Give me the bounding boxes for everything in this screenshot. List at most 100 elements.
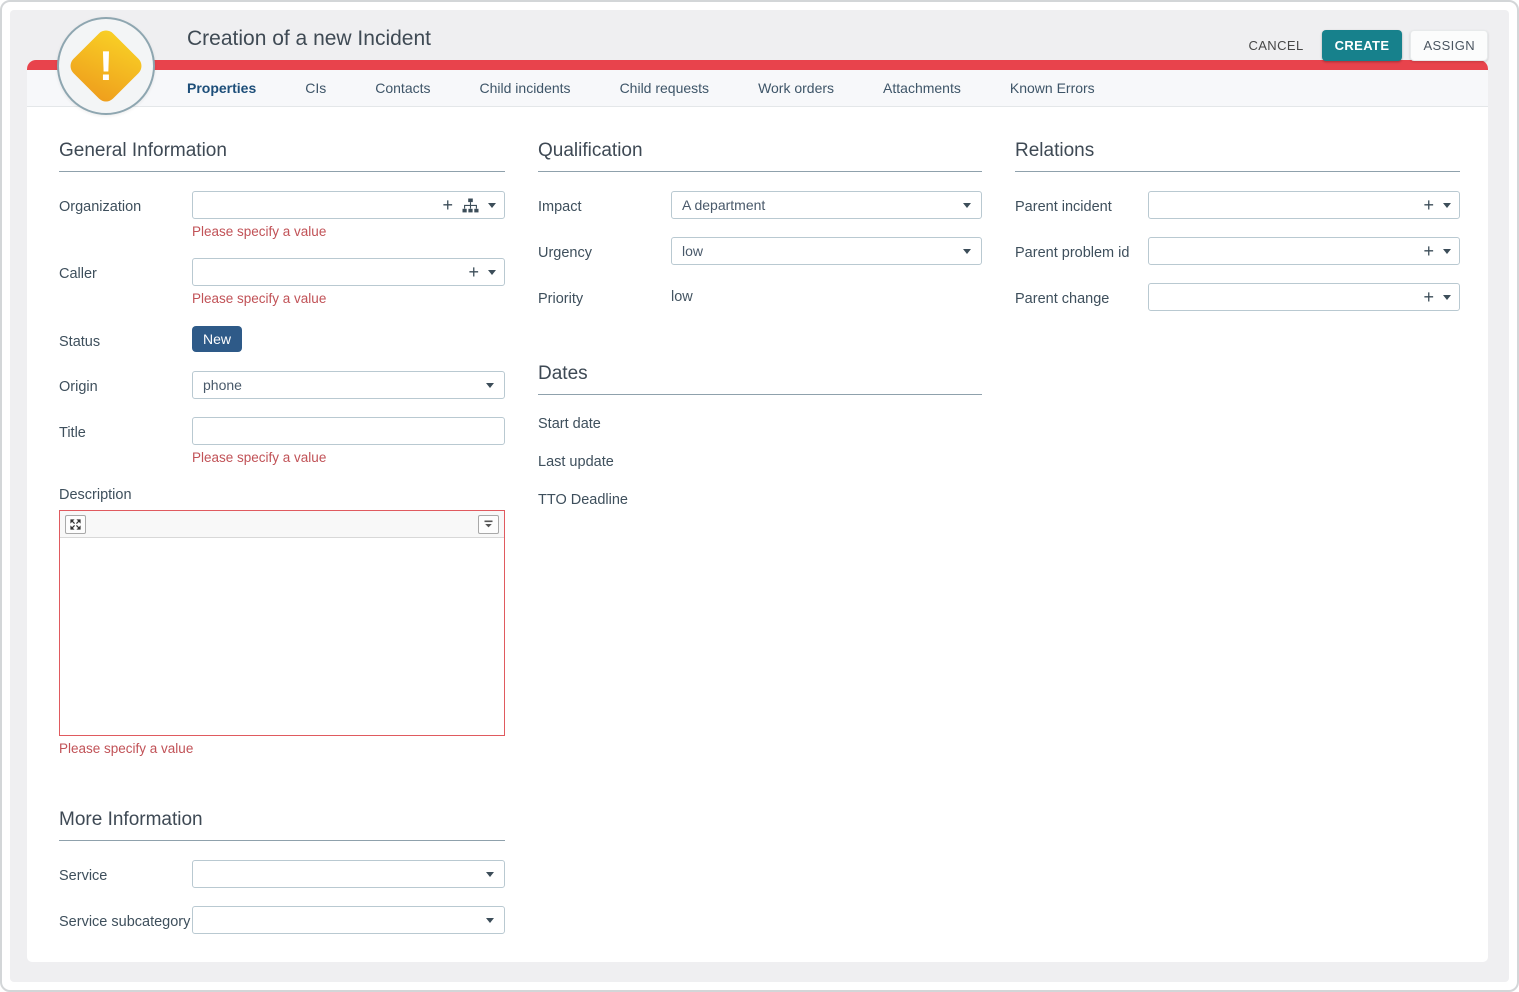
impact-selected-value: A department [682,197,765,213]
service-label: Service [59,860,192,888]
exclamation-icon: ! [59,19,153,113]
chevron-down-icon[interactable] [488,203,496,208]
title-input[interactable] [192,417,505,445]
last-update-label: Last update [538,454,982,470]
incident-form-card: Properties CIs Contacts Child incidents … [27,60,1488,962]
description-label: Description [59,487,505,503]
chevron-down-icon [486,918,494,923]
parent-incident-input[interactable] [1148,191,1460,219]
section-title-relations: Relations [1015,140,1460,172]
maximize-icon[interactable] [65,515,86,534]
collapse-toolbar-icon[interactable] [478,515,499,534]
app-window: ! Creation of a new Incident CANCEL CREA… [0,0,1519,992]
title-label: Title [59,417,192,465]
origin-selected-value: phone [203,377,242,393]
plus-icon[interactable]: + [1423,196,1434,214]
parent-problem-lookup: + [1148,237,1460,265]
cancel-button[interactable]: CANCEL [1238,30,1313,61]
parent-change-label: Parent change [1015,283,1148,311]
field-row-parent-change: Parent change + [1015,283,1460,311]
field-row-service-subcategory: Service subcategory [59,906,505,934]
section-title-qualification: Qualification [538,140,982,172]
caller-lookup: + [192,258,505,286]
caller-error: Please specify a value [192,291,505,306]
description-input[interactable] [60,538,504,735]
title-error: Please specify a value [192,450,505,465]
urgency-select[interactable]: low [671,237,982,265]
field-row-urgency: Urgency low [538,237,982,265]
column-general: General Information Organization + [59,107,505,934]
tab-child-requests[interactable]: Child requests [620,80,710,96]
form-content: General Information Organization + [27,107,1488,962]
tab-known-errors[interactable]: Known Errors [1010,80,1095,96]
caller-input[interactable] [192,258,505,286]
parent-problem-label: Parent problem id [1015,237,1148,265]
chevron-down-icon[interactable] [1443,249,1451,254]
organization-label: Organization [59,191,192,239]
parent-problem-input[interactable] [1148,237,1460,265]
service-subcategory-select[interactable] [192,906,505,934]
urgency-selected-value: low [682,243,703,259]
caller-label: Caller [59,258,192,306]
service-select[interactable] [192,860,505,888]
tab-cis[interactable]: CIs [305,80,326,96]
parent-change-input[interactable] [1148,283,1460,311]
plus-icon[interactable]: + [1423,288,1434,306]
field-row-title: Title Please specify a value [59,417,505,465]
column-qualification: Qualification Impact A department Urgenc… [538,107,982,508]
section-title-general: General Information [59,140,505,172]
field-row-caller: Caller + Please specify a value [59,258,505,306]
description-error: Please specify a value [59,741,505,756]
tab-child-incidents[interactable]: Child incidents [480,80,571,96]
caller-lookup-icons: + [468,258,496,286]
chevron-down-icon[interactable] [488,270,496,275]
column-relations: Relations Parent incident + [1015,107,1460,311]
field-row-origin: Origin phone [59,371,505,399]
organization-lookup: + [192,191,505,219]
incident-warning-icon: ! [57,17,155,115]
organization-lookup-icons: + [442,191,496,219]
assign-button[interactable]: ASSIGN [1410,30,1488,61]
chevron-down-icon [963,249,971,254]
status-label: Status [59,326,192,353]
impact-select[interactable]: A department [671,191,982,219]
chevron-down-icon [486,872,494,877]
urgency-label: Urgency [538,237,671,265]
status-badge: New [192,326,242,352]
field-row-priority: Priority low [538,283,982,310]
parent-change-lookup-icons: + [1423,283,1451,311]
chevron-down-icon [486,383,494,388]
chevron-down-icon[interactable] [1443,203,1451,208]
plus-icon[interactable]: + [468,263,479,281]
service-subcategory-label: Service subcategory [59,906,192,934]
field-row-service: Service [59,860,505,888]
priority-value: low [671,283,982,305]
parent-incident-lookup: + [1148,191,1460,219]
origin-label: Origin [59,371,192,399]
chevron-down-icon [963,203,971,208]
section-title-more-info: More Information [59,809,505,841]
tab-contacts[interactable]: Contacts [375,80,430,96]
tab-attachments[interactable]: Attachments [883,80,961,96]
parent-incident-lookup-icons: + [1423,191,1451,219]
parent-change-lookup: + [1148,283,1460,311]
tab-bar: Properties CIs Contacts Child incidents … [27,70,1488,107]
create-button[interactable]: CREATE [1322,30,1403,61]
origin-select[interactable]: phone [192,371,505,399]
plus-icon[interactable]: + [442,196,453,214]
tab-work-orders[interactable]: Work orders [758,80,834,96]
field-row-parent-problem: Parent problem id + [1015,237,1460,265]
tab-properties[interactable]: Properties [187,80,256,96]
plus-icon[interactable]: + [1423,242,1434,260]
priority-label: Priority [538,283,671,310]
page-background: ! Creation of a new Incident CANCEL CREA… [10,10,1509,982]
field-row-status: Status New [59,326,505,353]
hierarchy-icon[interactable] [462,198,479,213]
description-editor-toolbar [60,511,504,538]
field-row-parent-incident: Parent incident + [1015,191,1460,219]
field-row-impact: Impact A department [538,191,982,219]
chevron-down-icon[interactable] [1443,295,1451,300]
description-editor [59,510,505,736]
card-accent-bar [27,60,1488,70]
header-actions: CANCEL CREATE ASSIGN [1238,30,1488,61]
